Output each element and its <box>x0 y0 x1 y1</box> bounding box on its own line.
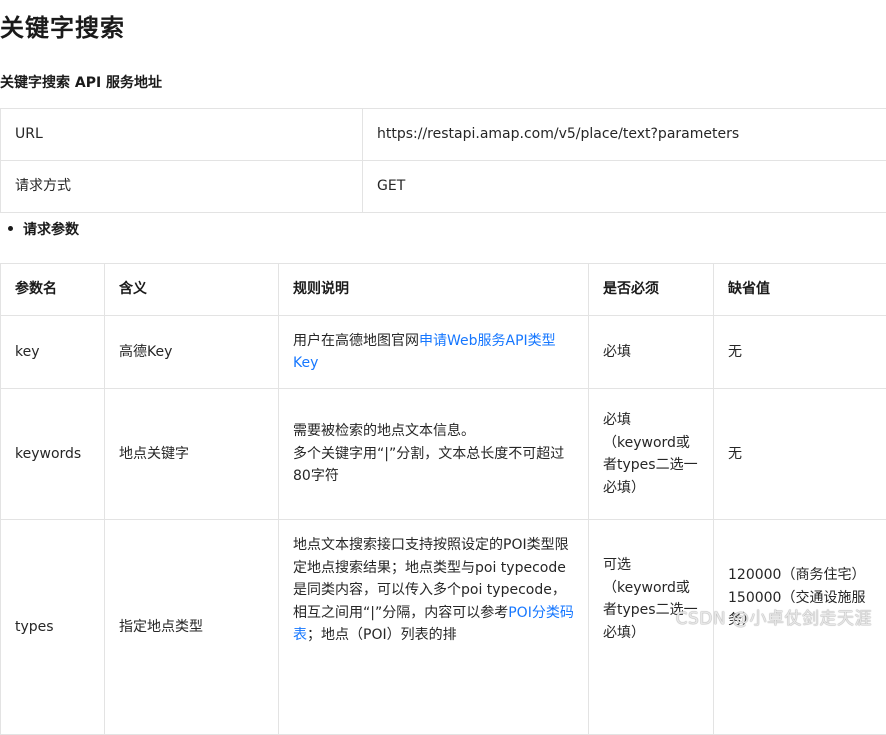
header-required: 是否必须 <box>589 264 714 316</box>
table-row: keywords 地点关键字 需要被检索的地点文本信息。多个关键字用“|”分割，… <box>1 389 886 520</box>
header-default: 缺省值 <box>714 264 886 316</box>
method-value-cell: GET <box>363 161 886 213</box>
page-title: 关键字搜索 <box>0 8 125 43</box>
section-title: 关键字搜索 API 服务地址 <box>0 72 162 92</box>
header-param-name: 参数名 <box>1 264 105 316</box>
rule-text-suffix: ；地点（POI）列表的排 <box>307 627 457 643</box>
param-rule-cell: 地点文本搜索接口支持按照设定的POI类型限定地点搜索结果；地点类型与poi ty… <box>279 520 589 735</box>
rule-text: 用户在高德地图官网 <box>293 333 419 349</box>
param-rule-cell: 需要被检索的地点文本信息。多个关键字用“|”分割，文本总长度不可超过80字符 <box>279 389 589 520</box>
watermark: CSDN @小卓仗剑走天涯 <box>676 604 872 629</box>
param-default-cell: 无 <box>714 316 886 389</box>
rule-line: 需要被检索的地点文本信息。 <box>293 420 574 443</box>
table-row: 请求方式 GET <box>1 161 886 213</box>
params-heading-text: 请求参数 <box>23 222 79 238</box>
param-name-cell: key <box>1 316 105 389</box>
table-row: URL https://restapi.amap.com/v5/place/te… <box>1 109 886 161</box>
param-required-cell: 必填（keyword或者types二选一必填） <box>589 389 714 520</box>
method-label-cell: 请求方式 <box>1 161 363 213</box>
param-required-cell: 必填 <box>589 316 714 389</box>
param-meaning-cell: 高德Key <box>105 316 279 389</box>
service-address-table: URL https://restapi.amap.com/v5/place/te… <box>0 108 886 213</box>
request-params-table: 参数名 含义 规则说明 是否必须 缺省值 key 高德Key 用户在高德地图官网… <box>0 263 886 735</box>
param-meaning-cell: 地点关键字 <box>105 389 279 520</box>
param-name-cell: keywords <box>1 389 105 520</box>
bullet-dot-icon <box>8 226 13 231</box>
url-label-cell: URL <box>1 109 363 161</box>
param-meaning-cell: 指定地点类型 <box>105 520 279 735</box>
url-value-cell: https://restapi.amap.com/v5/place/text?p… <box>363 109 886 161</box>
header-rule: 规则说明 <box>279 264 589 316</box>
default-line: 120000（商务住宅） <box>728 564 875 587</box>
table-row: key 高德Key 用户在高德地图官网申请Web服务API类型Key 必填 无 <box>1 316 886 389</box>
param-name-cell: types <box>1 520 105 735</box>
param-rule-cell: 用户在高德地图官网申请Web服务API类型Key <box>279 316 589 389</box>
table-header-row: 参数名 含义 规则说明 是否必须 缺省值 <box>1 264 886 316</box>
rule-line: 多个关键字用“|”分割，文本总长度不可超过80字符 <box>293 443 574 488</box>
params-heading: 请求参数 <box>8 219 79 239</box>
header-meaning: 含义 <box>105 264 279 316</box>
param-default-cell: 无 <box>714 389 886 520</box>
